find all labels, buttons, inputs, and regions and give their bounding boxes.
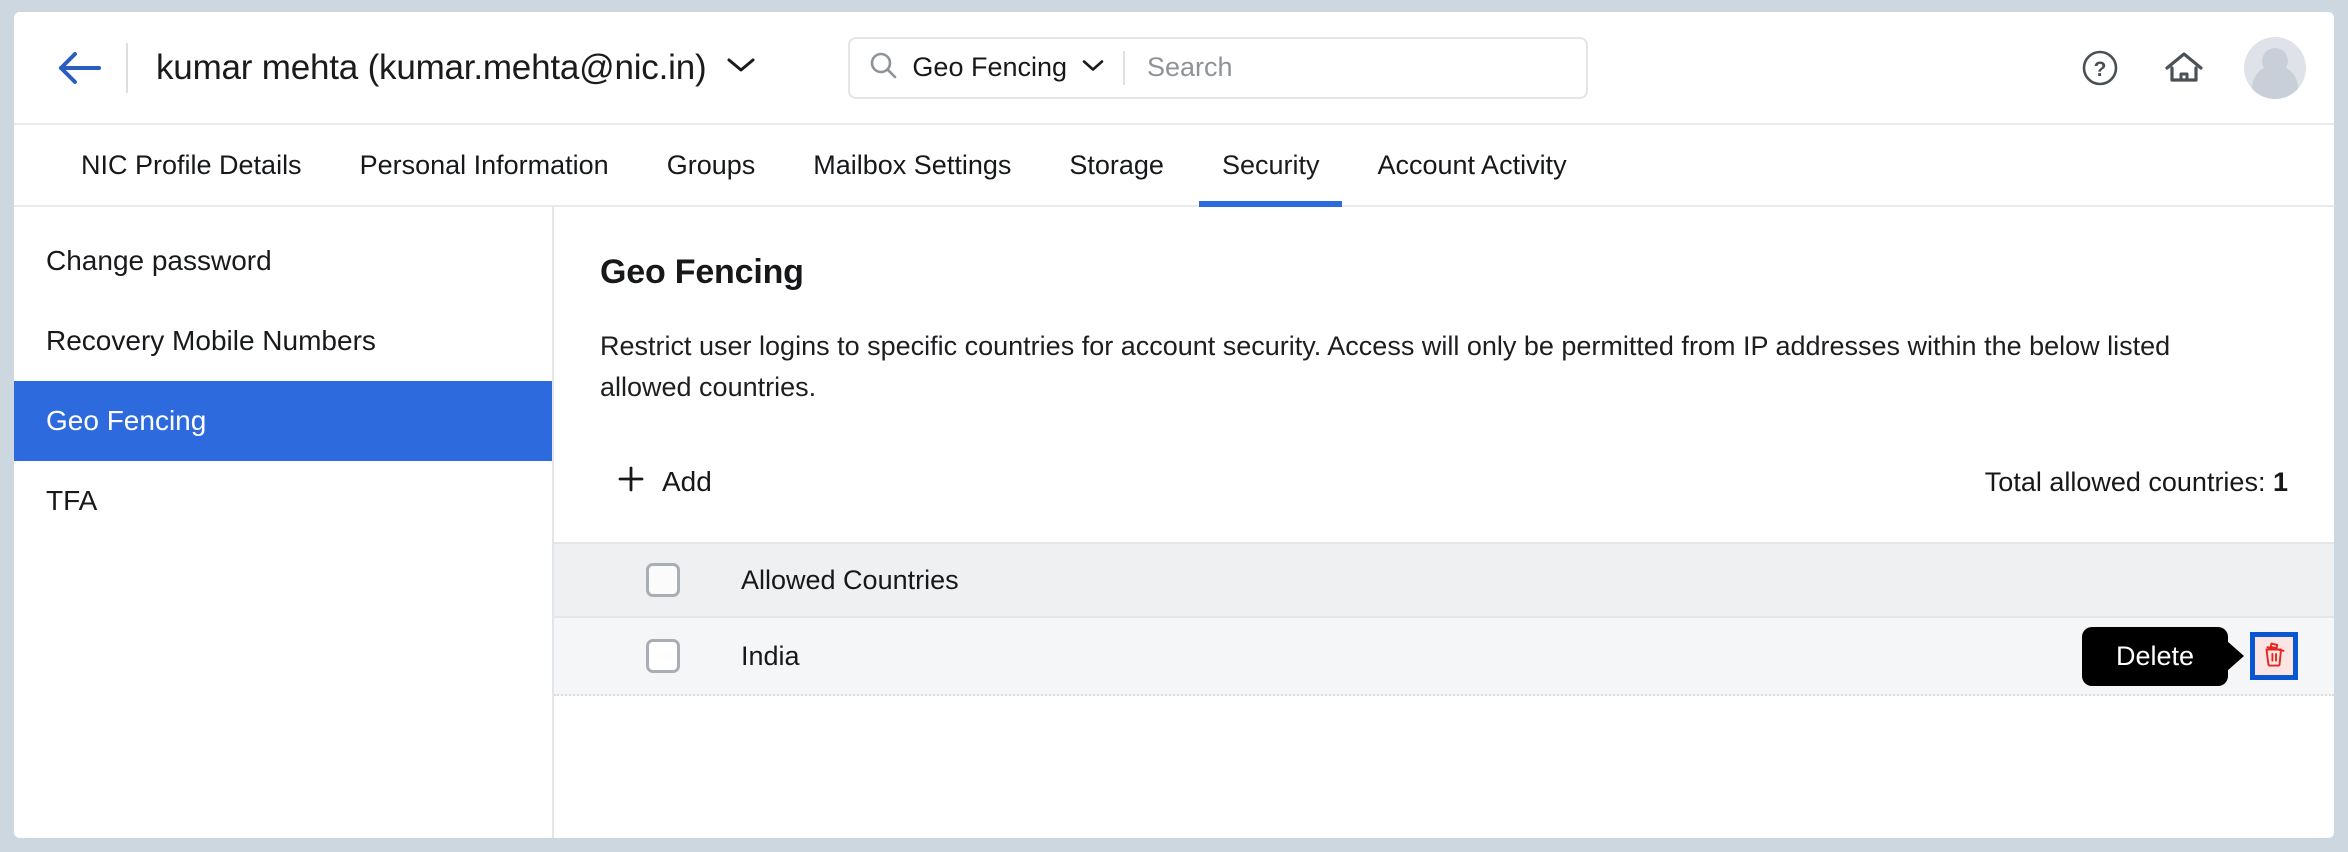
tab-label: Groups (666, 149, 756, 180)
svg-text:?: ? (2094, 58, 2107, 81)
tab-label: Security (1221, 149, 1320, 180)
sidebar-item-geo-fencing[interactable]: Geo Fencing (14, 381, 552, 461)
home-icon[interactable] (2160, 44, 2208, 92)
allowed-countries-table: Allowed Countries India Delete (554, 542, 2334, 697)
search-divider (1123, 50, 1126, 85)
tab-label: Mailbox Settings (813, 149, 1012, 180)
search-bar[interactable]: Geo Fencing (848, 36, 1589, 99)
sidebar-item-label: Geo Fencing (46, 405, 207, 436)
back-arrow-icon[interactable] (52, 40, 108, 96)
chevron-down-icon (1081, 58, 1105, 78)
sidebar-item-change-password[interactable]: Change password (14, 221, 552, 301)
add-country-button[interactable]: Add (600, 460, 722, 505)
tab-label: Storage (1069, 149, 1164, 180)
chevron-down-icon (726, 56, 756, 79)
table-toolbar: Add Total allowed countries: 1 (600, 452, 2334, 512)
sidebar-item-label: Recovery Mobile Numbers (46, 325, 376, 356)
page-title: Geo Fencing (600, 253, 804, 291)
security-sidebar: Change password Recovery Mobile Numbers … (14, 207, 554, 838)
table-header-row: Allowed Countries (554, 542, 2334, 619)
page-description: Restrict user logins to specific countri… (600, 331, 2171, 403)
tab-storage[interactable]: Storage (1040, 125, 1193, 205)
tab-security[interactable]: Security (1193, 125, 1349, 207)
help-circle-icon[interactable]: ? (2076, 44, 2124, 92)
row-checkbox[interactable] (646, 639, 680, 674)
avatar-body (2252, 64, 2298, 99)
top-header-bar: kumar mehta (kumar.mehta@nic.in) Geo Fen… (14, 12, 2334, 125)
search-input[interactable] (1147, 52, 1569, 83)
delete-button[interactable] (2250, 632, 2298, 681)
sidebar-item-recovery-mobile-numbers[interactable]: Recovery Mobile Numbers (14, 301, 552, 381)
geo-fencing-panel: Geo Fencing Restrict user logins to spec… (554, 207, 2334, 838)
total-allowed-countries: Total allowed countries: 1 (1985, 467, 2288, 498)
tab-groups[interactable]: Groups (638, 125, 785, 205)
total-label: Total allowed countries: (1984, 466, 2266, 497)
select-all-checkbox[interactable] (646, 563, 680, 598)
avatar[interactable] (2244, 36, 2306, 99)
search-scope-dropdown[interactable]: Geo Fencing (868, 50, 1123, 85)
row-actions: Delete (2081, 626, 2298, 686)
browser-window-frame: kumar mehta (kumar.mehta@nic.in) Geo Fen… (0, 0, 2348, 852)
tab-label: Personal Information (359, 149, 609, 180)
account-name-label: kumar mehta (kumar.mehta@nic.in) (156, 47, 707, 87)
sidebar-item-label: TFA (46, 485, 98, 516)
sidebar-item-tfa[interactable]: TFA (14, 461, 552, 541)
body-container: Change password Recovery Mobile Numbers … (14, 207, 2334, 838)
tab-label: NIC Profile Details (81, 149, 302, 180)
sidebar-item-label: Change password (46, 245, 272, 276)
trash-icon (2259, 639, 2289, 674)
tab-label: Account Activity (1377, 149, 1567, 180)
tab-personal-information[interactable]: Personal Information (331, 125, 638, 205)
page-root: kumar mehta (kumar.mehta@nic.in) Geo Fen… (14, 12, 2334, 838)
tab-account-activity[interactable]: Account Activity (1348, 125, 1595, 205)
tab-nic-profile-details[interactable]: NIC Profile Details (52, 125, 331, 205)
country-name: India (741, 640, 800, 671)
total-value: 1 (2272, 466, 2288, 497)
add-button-label: Add (662, 466, 712, 498)
column-header-allowed-countries: Allowed Countries (741, 564, 959, 595)
search-icon (868, 50, 898, 85)
account-name-dropdown[interactable]: kumar mehta (kumar.mehta@nic.in) (156, 48, 756, 88)
content-inner: Geo Fencing Restrict user logins to spec… (554, 207, 2334, 697)
delete-tooltip: Delete (2081, 626, 2228, 686)
tab-mailbox-settings[interactable]: Mailbox Settings (784, 125, 1040, 205)
primary-tab-bar: NIC Profile Details Personal Information… (14, 125, 2334, 207)
header-actions: ? (2076, 36, 2306, 99)
header-divider (126, 42, 128, 93)
search-scope-label: Geo Fencing (912, 52, 1068, 82)
table-row[interactable]: India Delete (554, 618, 2334, 697)
plus-icon (616, 464, 646, 501)
